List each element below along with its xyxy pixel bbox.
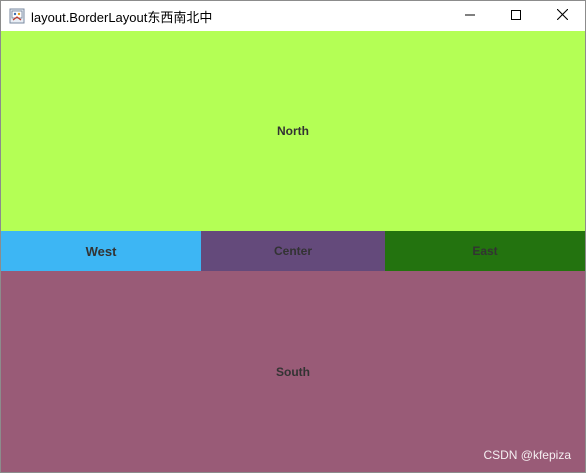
- west-label: West: [85, 243, 117, 259]
- close-icon: [556, 7, 568, 25]
- north-button[interactable]: North: [1, 31, 585, 231]
- minimize-button[interactable]: [447, 1, 493, 31]
- minimize-icon: [465, 7, 475, 25]
- maximize-button[interactable]: [493, 1, 539, 31]
- app-window: layout.BorderLayout东西南北中 North West Cent…: [0, 0, 586, 473]
- java-app-icon: [9, 8, 25, 24]
- title-bar[interactable]: layout.BorderLayout东西南北中: [1, 1, 585, 31]
- watermark-text: CSDN @kfepiza: [483, 448, 571, 462]
- north-label: North: [277, 124, 309, 138]
- south-label: South: [276, 364, 310, 379]
- west-button[interactable]: West: [1, 231, 201, 271]
- window-controls: [447, 1, 585, 31]
- south-button[interactable]: South: [1, 271, 585, 472]
- east-label: East: [472, 244, 498, 258]
- border-layout-content: North West Center East South CSDN @kfepi…: [1, 31, 585, 472]
- center-label: Center: [273, 244, 312, 258]
- center-button[interactable]: Center: [201, 231, 385, 271]
- maximize-icon: [511, 7, 521, 25]
- close-button[interactable]: [539, 1, 585, 31]
- window-title: layout.BorderLayout东西南北中: [31, 9, 213, 25]
- east-button[interactable]: East: [385, 231, 585, 271]
